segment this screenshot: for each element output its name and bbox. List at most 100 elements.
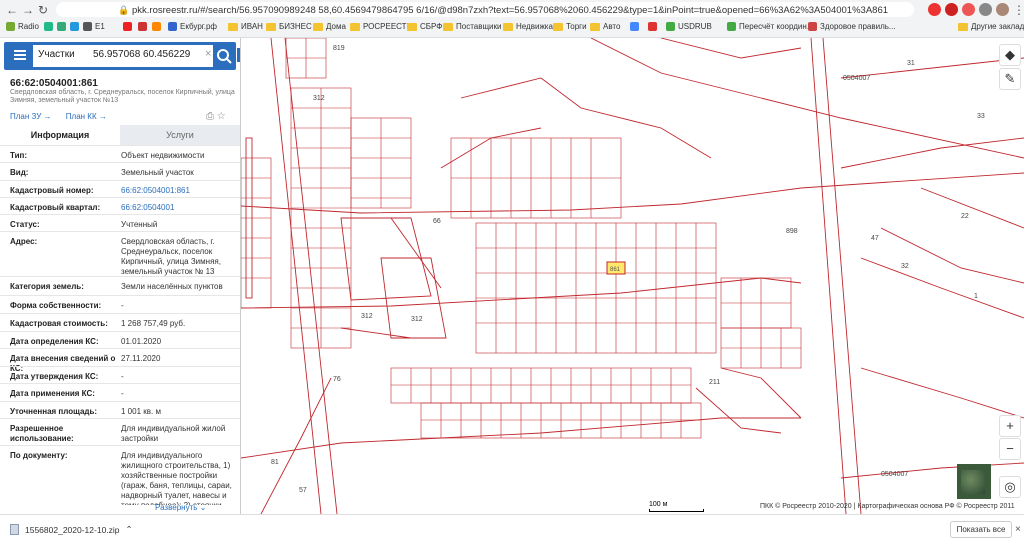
map-label: 81 bbox=[271, 459, 279, 466]
property-row: По документу: Для индивидуального жилищно… bbox=[0, 445, 240, 505]
extension-icon[interactable] bbox=[962, 3, 975, 16]
map-label: 0504007 bbox=[881, 471, 908, 478]
chevron-up-icon[interactable]: ⌃ bbox=[126, 524, 133, 535]
bookmark-item[interactable] bbox=[123, 22, 132, 31]
search-input[interactable]: 56.957068 60.456229 bbox=[93, 49, 190, 60]
property-row: Вид: Земельный участок bbox=[0, 162, 240, 180]
property-row: Кадастровый номер: 66:62:0504001:861 bbox=[0, 180, 240, 197]
tab-services[interactable]: Услуги bbox=[120, 125, 240, 145]
bookmark-item[interactable] bbox=[57, 22, 66, 31]
bookmark-folder[interactable]: ИВАН bbox=[228, 22, 263, 31]
map-label: 898 bbox=[786, 228, 798, 235]
download-filename: 1556802_2020-12-10.zip bbox=[25, 524, 120, 535]
bookmark-item[interactable] bbox=[630, 22, 639, 31]
menu-icon[interactable] bbox=[14, 50, 26, 60]
search-box: Участки 56.957068 60.456229 × bbox=[33, 45, 213, 67]
url-text[interactable]: pkk.rosreestr.ru/#/search/56.95709098924… bbox=[132, 5, 952, 16]
ruler-button[interactable]: ✎ bbox=[999, 68, 1021, 90]
expand-link[interactable]: Развернуть ⌄ bbox=[155, 503, 206, 512]
map-label: 33 bbox=[977, 113, 985, 120]
ruler-icon: ✎ bbox=[1004, 71, 1016, 86]
bookmark-item[interactable] bbox=[70, 22, 79, 31]
bookmark-folder[interactable]: БИЗНЕС bbox=[266, 22, 312, 31]
download-item[interactable]: 1556802_2020-12-10.zip ⌃ bbox=[10, 524, 133, 535]
bookmark-folder[interactable]: Торги bbox=[553, 22, 587, 31]
url-field[interactable]: 🔒 pkk.rosreestr.ru/#/search/56.957090989… bbox=[56, 2, 914, 17]
extension-icon[interactable] bbox=[945, 3, 958, 16]
forward-icon[interactable]: → bbox=[22, 3, 34, 17]
bookmark-folder[interactable]: Поставщики bbox=[443, 22, 502, 31]
zoom-in-button[interactable]: + bbox=[999, 415, 1021, 437]
property-row: Дата утверждения КС: - bbox=[0, 366, 240, 383]
scale-bar bbox=[649, 509, 704, 512]
property-row: Дата определения КС: 01.01.2020 bbox=[0, 331, 240, 348]
plan-zu-link[interactable]: План ЗУ → bbox=[10, 112, 52, 121]
property-row: Статус: Учтенный bbox=[0, 214, 240, 231]
map-label: 57 bbox=[299, 487, 307, 494]
copyright-text: ПКК © Росреестр 2010-2020 | Картографиче… bbox=[760, 503, 1015, 510]
file-icon bbox=[10, 524, 19, 535]
bookmark-item[interactable]: USDRUB bbox=[666, 22, 712, 31]
property-row: Категория земель: Земли населённых пункто… bbox=[0, 276, 240, 295]
bookmark-folder[interactable]: Недвижка bbox=[503, 22, 553, 31]
property-row: Адрес: Свердловская область, г. Среднеура… bbox=[0, 231, 240, 276]
bookmark-item[interactable]: E1 bbox=[83, 22, 105, 31]
reload-icon[interactable]: ↻ bbox=[38, 3, 48, 17]
extension-icon[interactable] bbox=[928, 3, 941, 16]
minimap[interactable] bbox=[957, 464, 991, 499]
close-icon[interactable]: × bbox=[1015, 524, 1021, 535]
bookmark-folder[interactable]: Другие закладки bbox=[958, 22, 1024, 31]
bookmark-item[interactable]: Radio bbox=[6, 22, 39, 31]
bookmark-folder[interactable]: РОСРЕЕСТР bbox=[350, 22, 412, 31]
property-row: Уточненная площадь: 1 001 кв. м bbox=[0, 401, 240, 418]
lock-icon: 🔒 bbox=[118, 5, 130, 15]
object-number: 66:62:0504001:861 bbox=[10, 78, 98, 89]
search-button[interactable] bbox=[215, 47, 233, 65]
bookmark-item[interactable] bbox=[138, 22, 147, 31]
map-label: 312 bbox=[361, 313, 373, 320]
map-label: 211 bbox=[709, 379, 720, 386]
bookmark-folder[interactable]: Авто bbox=[590, 22, 620, 31]
map-label: 66 bbox=[433, 218, 441, 225]
bookmark-item[interactable] bbox=[152, 22, 161, 31]
bookmark-item[interactable]: Здоровое правиль... bbox=[808, 22, 896, 31]
cadastral-map[interactable]: 861 0504007 312 66 898 47 32 33 211 76 8… bbox=[241, 38, 1024, 514]
layers-button[interactable]: ◆ bbox=[999, 44, 1021, 66]
property-row: Форма собственности: - bbox=[0, 295, 240, 313]
plan-links: План ЗУ → План КК → bbox=[10, 112, 119, 121]
show-all-button[interactable]: Показать все bbox=[950, 521, 1012, 538]
layer-select[interactable]: Участки bbox=[38, 49, 75, 60]
map-view[interactable]: 861 0504007 312 66 898 47 32 33 211 76 8… bbox=[241, 38, 1024, 514]
bookmark-item[interactable] bbox=[44, 22, 53, 31]
property-row: Дата внесения сведений о КС: 27.11.2020 bbox=[0, 348, 240, 373]
kebab-menu-icon[interactable]: ⋮ bbox=[1013, 3, 1024, 17]
property-row: Тип: Объект недвижимости bbox=[0, 145, 240, 162]
scale-label: 100 м bbox=[649, 501, 668, 508]
bookmark-item[interactable]: Екбург.рф bbox=[168, 22, 217, 31]
minus-icon: − bbox=[1006, 441, 1014, 456]
puzzle-icon[interactable] bbox=[979, 3, 992, 16]
print-icon[interactable]: ⎙ bbox=[206, 111, 214, 122]
search-bar: Участки 56.957068 60.456229 × bbox=[4, 42, 236, 70]
address-bar-row: ← → ↻ 🔒 pkk.rosreestr.ru/#/search/56.957… bbox=[0, 0, 1024, 19]
bookmark-folder[interactable]: СБРФ bbox=[407, 22, 442, 31]
object-actions: ⎙ ☆ bbox=[206, 111, 226, 122]
map-label: 819 bbox=[333, 45, 345, 52]
property-row: Разрешенное использование: Для индивидуал… bbox=[0, 418, 240, 445]
avatar[interactable] bbox=[996, 3, 1009, 16]
location-button[interactable]: ◎ bbox=[999, 476, 1021, 498]
info-panel: Участки 56.957068 60.456229 × ‹ 66:62:05… bbox=[0, 38, 241, 514]
tab-info[interactable]: Информация bbox=[0, 125, 120, 145]
map-label: 76 bbox=[333, 376, 341, 383]
map-label: 22 bbox=[961, 213, 969, 220]
plan-kk-link[interactable]: План КК → bbox=[66, 112, 107, 121]
bookmark-item[interactable]: Пересчёт координ... bbox=[727, 22, 814, 31]
star-icon[interactable]: ☆ bbox=[217, 111, 226, 122]
layers-icon: ◆ bbox=[1005, 47, 1015, 62]
back-icon[interactable]: ← bbox=[6, 3, 18, 17]
bookmark-item[interactable] bbox=[648, 22, 657, 31]
close-icon[interactable]: × bbox=[205, 48, 211, 60]
zoom-out-button[interactable]: − bbox=[999, 438, 1021, 460]
compass-icon: ◎ bbox=[1004, 479, 1016, 494]
bookmark-folder[interactable]: Дома bbox=[313, 22, 346, 31]
